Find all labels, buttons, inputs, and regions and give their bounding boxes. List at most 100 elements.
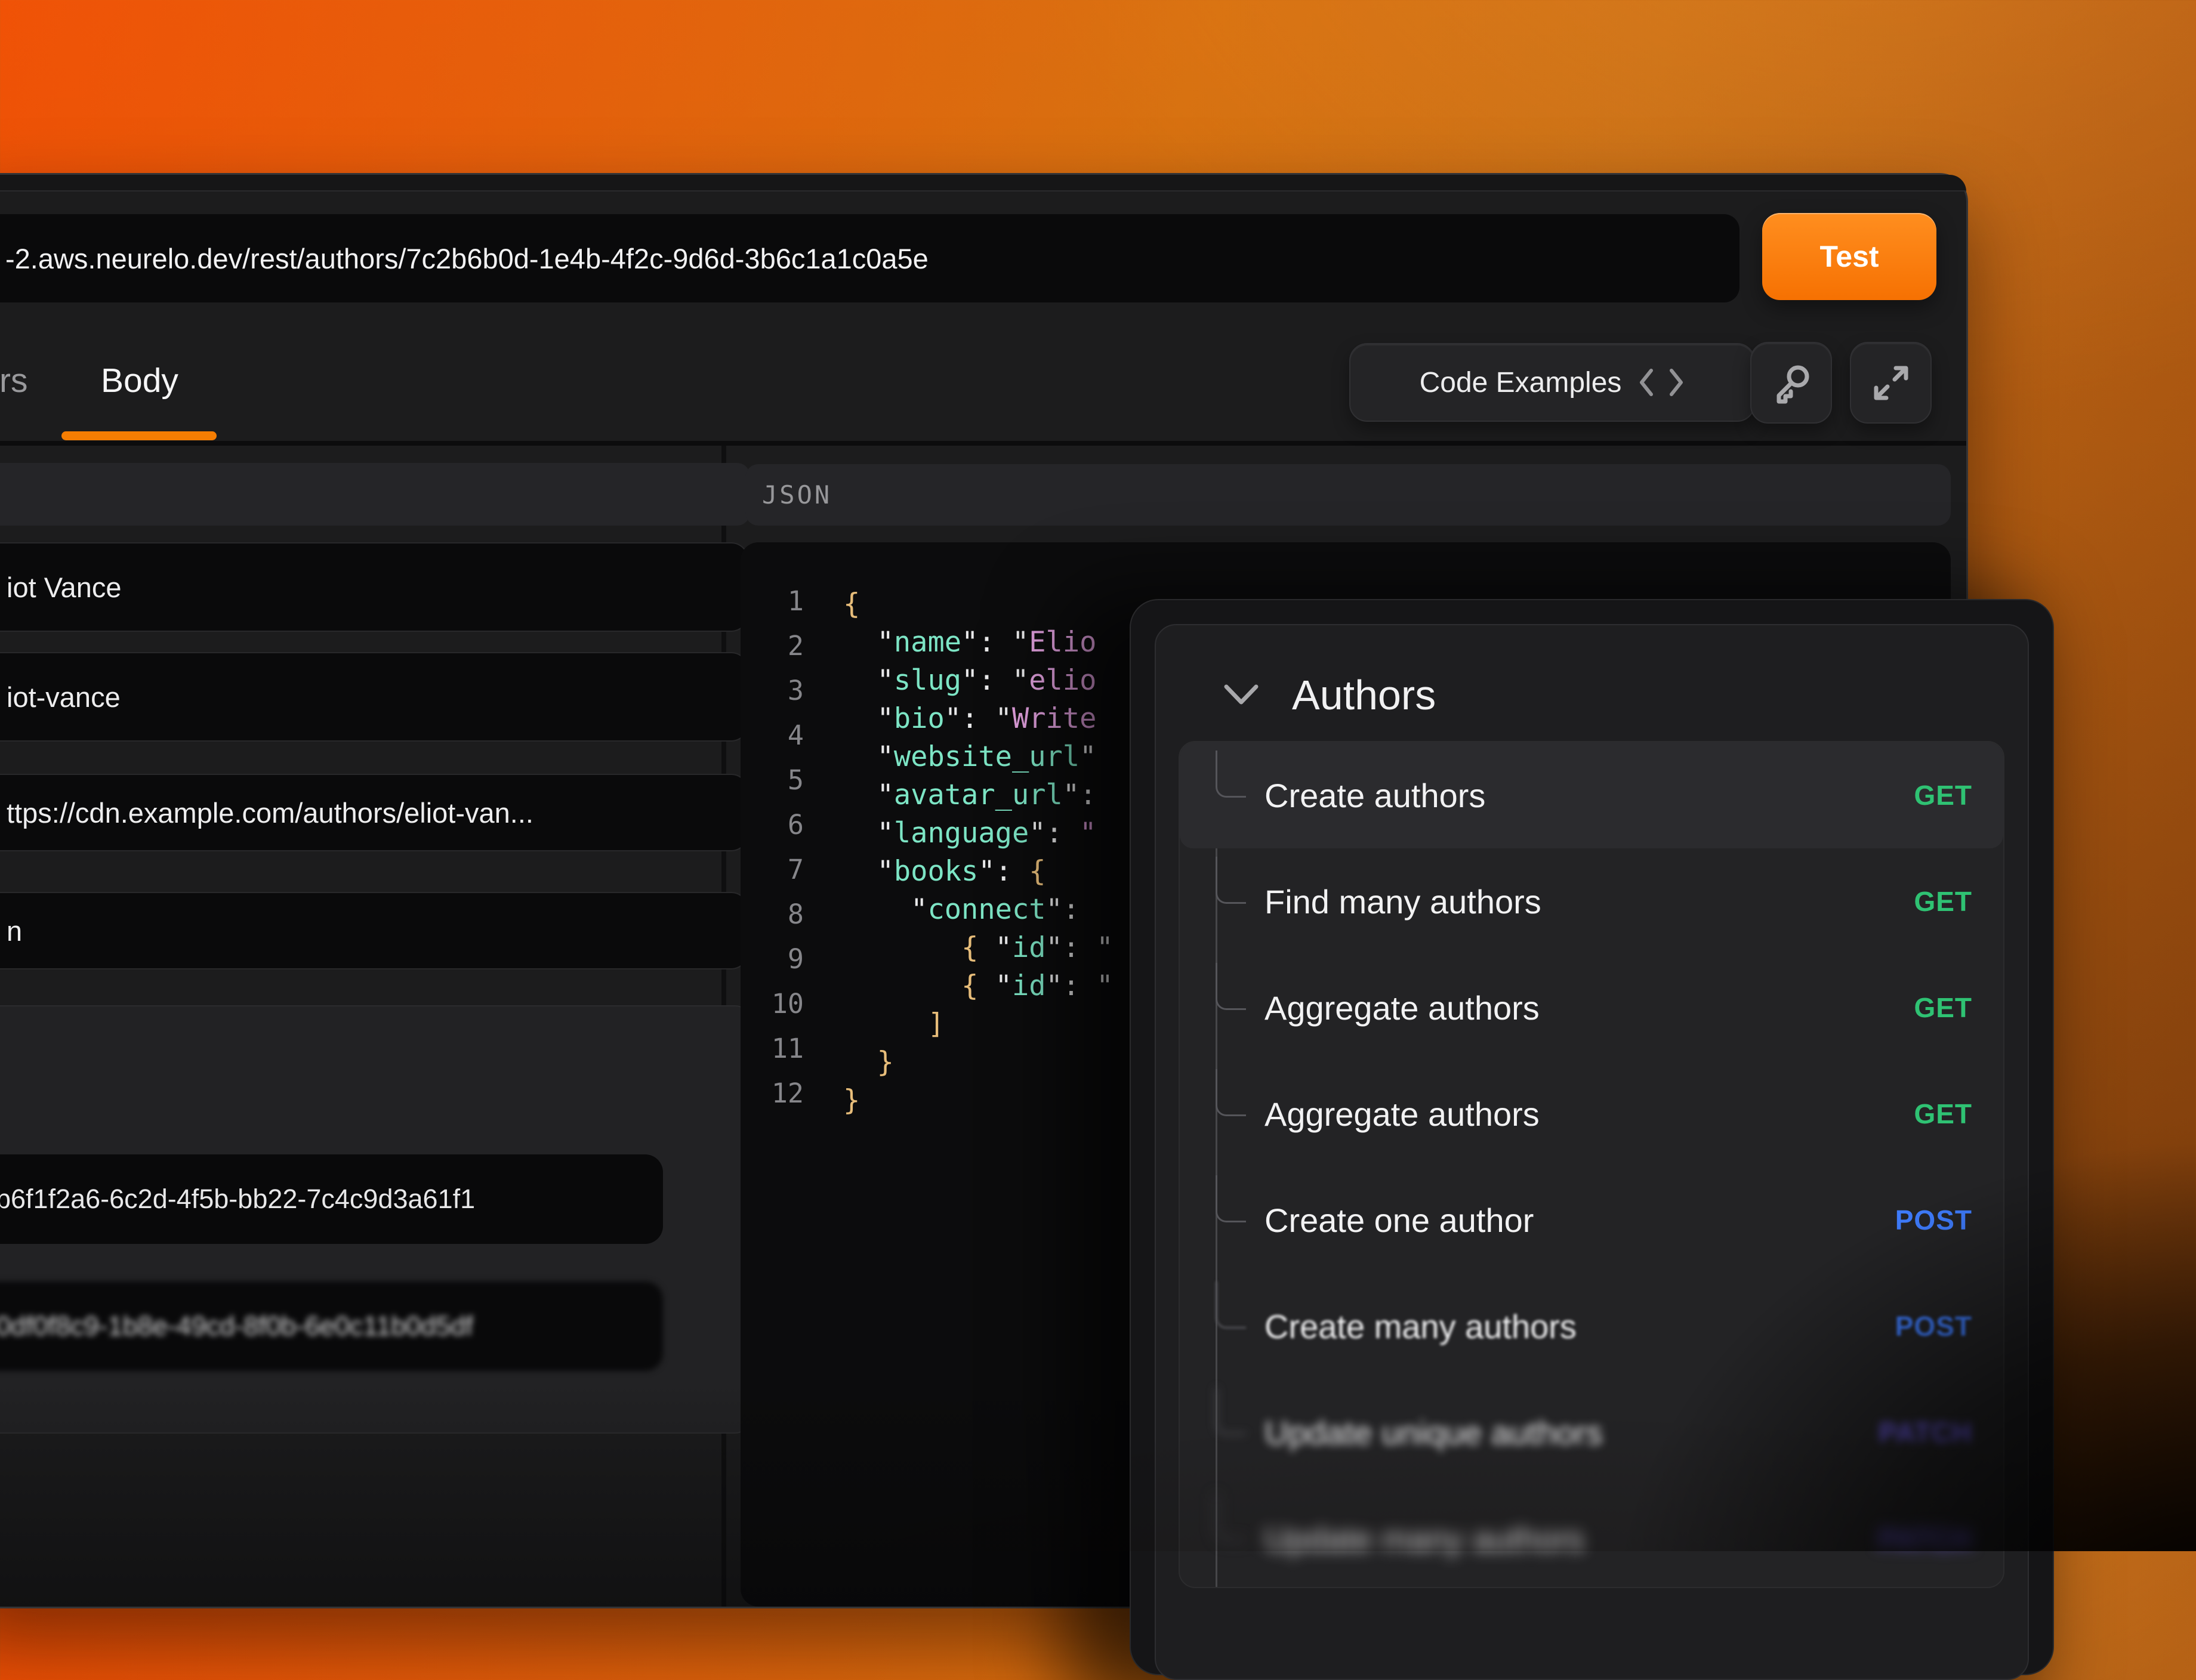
code-token: " [1080,817,1096,850]
code-examples-label: Code Examples [1420,366,1622,399]
code-token: ": [1063,779,1097,811]
endpoint-item-create-authors[interactable]: Create authors GET [1180,742,2003,848]
book-id-field-1[interactable]: b6f1f2a6-6c2d-4f5b-bb22-7c4c9d3a61f1 [0,1154,663,1244]
code-token: id [1012,931,1046,964]
slug-field[interactable]: iot-vance [0,652,749,742]
auth-key-button[interactable] [1750,342,1832,424]
code-token: slug [894,664,961,697]
method-badge: PATCH [1879,1379,1972,1486]
code-token: " [877,779,894,811]
book-id-field-2[interactable]: 0df0f8c9-1b8e-49cd-8f0b-6e0c11b0d5df [0,1281,663,1371]
code-token: " [877,817,894,850]
tree-elbow [1216,1494,1246,1541]
endpoint-item-find-many-authors[interactable]: Find many authorsGET [1180,848,2003,955]
line-number-gutter: 123456789101112 [741,579,804,1116]
code-token: { [961,969,978,1002]
code-token: " [1080,740,1096,773]
code-token: ": " [961,664,1029,697]
endpoint-item-create-one-author[interactable]: Create one authorPOST [1180,1167,2003,1273]
avatar-url-field-value: ttps://cdn.example.com/authors/eliot-van… [7,796,533,829]
slug-field-value: iot-vance [7,681,121,714]
method-badge: GET [1914,955,1972,1061]
expand-button[interactable] [1850,342,1932,424]
endpoints-popup-surface: Authors Create authorsGETFind many autho… [1155,624,2029,1680]
code-token: bio [894,702,945,735]
tab-body[interactable]: Body [101,361,178,400]
line-number: 6 [741,802,804,847]
endpoint-item-aggregate-authors[interactable]: Aggregate authorsGET [1180,955,2003,1061]
endpoint-item-create-many-authors[interactable]: Create many authorsPOST [1180,1273,2003,1379]
json-label-box: JSON [745,464,1951,526]
code-line: "avatar_url": [843,776,1114,814]
code-token: ] [927,1008,944,1040]
code-token: } [843,1084,860,1117]
code-token: " [877,740,894,773]
test-button-label: Test [1819,239,1879,274]
line-number: 4 [741,713,804,758]
code-token: elio [1029,664,1096,697]
form-header-box [0,463,750,526]
chevron-down-icon [1222,682,1261,708]
code-token: ": " [1046,931,1114,964]
line-number: 1 [741,579,804,623]
line-number: 5 [741,758,804,802]
name-field[interactable]: iot Vance [0,542,749,632]
tree-elbow [1216,751,1246,798]
method-badge: GET [1914,848,1972,955]
code-token: } [877,1046,894,1079]
method-badge: GET [1914,1061,1972,1167]
active-tab-underline [61,431,217,440]
method-badge: POST [1895,1273,1972,1379]
code-token: " [978,969,1012,1002]
code-token: ": " [1046,969,1114,1002]
endpoint-item-aggregate-authors[interactable]: Aggregate authors GET [1180,1061,2003,1167]
endpoints-list: Create authorsGETFind many authorsGETAgg… [1179,741,2004,1588]
code-token: language [894,817,1029,850]
tab-headers-partial[interactable]: rs [0,361,27,400]
endpoint-label: Update many authors [1264,1486,1584,1588]
tree-elbow [1216,1281,1246,1329]
code-token: ": [1046,893,1080,926]
expand-arrows-icon [1868,360,1914,406]
endpoint-label: Create authors [1264,742,1485,848]
key-icon [1769,360,1814,406]
code-token: " [877,855,894,888]
code-line: "name": "Elio [843,623,1114,662]
language-field[interactable]: n [0,892,749,969]
endpoint-item-update-unique-authors[interactable]: Update unique authors PATCH [1180,1379,2003,1486]
code-examples-button[interactable]: Code Examples [1349,343,1755,422]
endpoint-label: Aggregate authors [1264,1061,1540,1167]
endpoint-item-update-many-authors[interactable]: Update many authorsPATCH [1180,1486,2003,1588]
line-number: 10 [741,981,804,1026]
code-token: { [843,588,860,620]
endpoints-popup: Authors Create authorsGETFind many autho… [1130,599,2054,1675]
request-url-value: -2.aws.neurelo.dev/rest/authors/7c2b6b0d… [5,242,929,275]
method-badge: GET [1914,742,1972,848]
endpoint-label: Update unique authors [1264,1379,1603,1486]
code-line: "website_url" [843,738,1114,776]
language-field-value: n [7,915,22,947]
line-number: 7 [741,847,804,892]
code-line: "books": { [843,853,1114,891]
code-token: ": [978,855,1029,888]
book-id-2-value: 0df0f8c9-1b8e-49cd-8f0b-6e0c11b0d5df [0,1311,473,1342]
avatar-url-field[interactable]: ttps://cdn.example.com/authors/eliot-van… [0,774,749,851]
window-top-edge [0,175,1966,192]
code-token: id [1012,969,1046,1002]
tree-elbow [1216,857,1246,904]
code-line: } [843,1043,1114,1082]
name-field-value: iot Vance [7,571,121,604]
json-code: {"name": "Elio"slug": "elio"bio": "Write… [843,585,1114,1120]
line-number: 8 [741,892,804,937]
tabs-divider [0,441,1966,446]
line-number: 12 [741,1071,804,1116]
tree-elbow [1216,1175,1246,1222]
authors-group-header[interactable]: Authors [1156,662,1436,728]
code-token: books [894,855,978,888]
line-number: 2 [741,623,804,668]
code-line: } [843,1082,1114,1120]
test-button[interactable]: Test [1762,213,1936,300]
code-line: "language": " [843,814,1114,853]
code-token: Write [1012,702,1096,735]
request-url-input[interactable]: -2.aws.neurelo.dev/rest/authors/7c2b6b0d… [0,214,1739,302]
